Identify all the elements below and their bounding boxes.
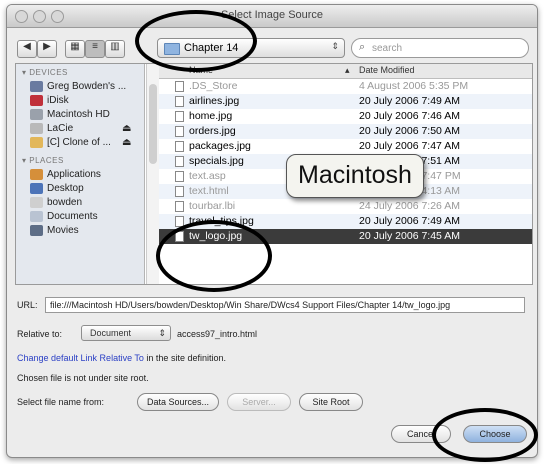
- server-button[interactable]: Server...: [227, 393, 291, 411]
- url-label: URL:: [17, 300, 38, 310]
- file-row[interactable]: .DS_Store 4 August 2006 5:35 PM: [159, 79, 532, 94]
- select-image-source-dialog: Select Image Source ◀ ▶ ▦ ≡ ▥ Chapter 14…: [6, 4, 538, 458]
- idisk-icon: [30, 94, 43, 106]
- search-field[interactable]: ⌕ search: [351, 38, 529, 58]
- site-root-button[interactable]: Site Root: [299, 393, 363, 411]
- file-icon: [175, 171, 184, 182]
- file-browser: ▾ DEVICES Greg Bowden's ... iDisk Macint…: [15, 63, 533, 285]
- file-name: text.html: [189, 185, 229, 197]
- external-disk-icon: [30, 122, 43, 134]
- sidebar: ▾ DEVICES Greg Bowden's ... iDisk Macint…: [16, 64, 145, 284]
- file-date: 20 July 2006 7:46 AM: [359, 110, 460, 122]
- not-under-root-message: Chosen file is not under site root.: [17, 373, 149, 383]
- relative-to-label: Relative to:: [17, 329, 63, 339]
- sidebar-item-computer[interactable]: Greg Bowden's ...: [30, 80, 126, 94]
- data-sources-button[interactable]: Data Sources...: [137, 393, 219, 411]
- window-title: Select Image Source: [220, 9, 324, 21]
- list-view-button[interactable]: ≡: [85, 40, 105, 58]
- toolbar: ◀ ▶ ▦ ≡ ▥ Chapter 14 ⇕ ⌕ search: [7, 28, 537, 62]
- highlight-ring-choose: [432, 408, 538, 462]
- eject-icon[interactable]: ⏏: [122, 122, 131, 136]
- file-name: packages.jpg: [189, 140, 251, 152]
- file-date: 20 July 2006 7:45 AM: [359, 230, 460, 242]
- documents-icon: [30, 210, 43, 222]
- file-date: 20 July 2006 7:49 AM: [359, 215, 460, 227]
- file-date: 24 July 2006 7:26 AM: [359, 200, 460, 212]
- back-button[interactable]: ◀: [17, 40, 37, 58]
- file-row[interactable]: airlines.jpg 20 July 2006 7:49 AM: [159, 94, 532, 109]
- file-row[interactable]: packages.jpg 20 July 2006 7:47 AM: [159, 139, 532, 154]
- file-name: .DS_Store: [189, 80, 238, 92]
- file-date: 20 July 2006 7:49 AM: [359, 95, 460, 107]
- column-view-button[interactable]: ▥: [105, 40, 125, 58]
- harddisk-icon: [30, 108, 43, 120]
- file-icon: [175, 111, 184, 122]
- devices-header: ▾ DEVICES: [22, 68, 68, 77]
- column-view-icon: ▥: [110, 41, 120, 52]
- file-icon: [175, 186, 184, 197]
- search-placeholder: search: [372, 43, 403, 54]
- relative-to-popup[interactable]: Document ⇕: [81, 325, 171, 341]
- file-row[interactable]: tourbar.lbi 24 July 2006 7:26 AM: [159, 199, 532, 214]
- relative-file-name: access97_intro.html: [177, 329, 258, 339]
- forward-button[interactable]: ▶: [37, 40, 57, 58]
- sidebar-item-macintosh-hd[interactable]: Macintosh HD: [30, 108, 110, 122]
- file-date: 4 August 2006 5:35 PM: [359, 80, 469, 92]
- sidebar-item-bowden[interactable]: bowden: [30, 196, 82, 210]
- file-row[interactable]: orders.jpg 20 July 2006 7:50 AM: [159, 124, 532, 139]
- url-field[interactable]: file:///Macintosh HD/Users/bowden/Deskto…: [45, 297, 525, 313]
- list-view-icon: ≡: [92, 41, 98, 52]
- popup-arrows-icon: ⇕: [158, 328, 166, 338]
- forward-arrow-icon: ▶: [43, 41, 51, 52]
- sidebar-item-lacie[interactable]: LaCie ⏏: [30, 122, 131, 136]
- home-icon: [30, 196, 43, 208]
- file-name: text.asp: [189, 170, 226, 182]
- sidebar-item-applications[interactable]: Applications: [30, 168, 101, 182]
- icon-view-button[interactable]: ▦: [65, 40, 85, 58]
- annotation-callout: Macintosh: [286, 154, 424, 198]
- sidebar-item-idisk[interactable]: iDisk: [30, 94, 69, 108]
- file-name: specials.jpg: [189, 155, 244, 167]
- eject-icon[interactable]: ⏏: [122, 136, 131, 150]
- file-name: home.jpg: [189, 110, 233, 122]
- file-icon: [175, 141, 184, 152]
- sidebar-item-desktop[interactable]: Desktop: [30, 182, 84, 196]
- sidebar-item-documents[interactable]: Documents: [30, 210, 98, 224]
- file-row[interactable]: home.jpg 20 July 2006 7:46 AM: [159, 109, 532, 124]
- disk-image-icon: [30, 136, 43, 148]
- scrollbar-thumb[interactable]: [149, 84, 157, 164]
- file-date: 20 July 2006 7:47 AM: [359, 140, 460, 152]
- file-icon: [175, 126, 184, 137]
- search-icon: ⌕: [359, 41, 366, 53]
- sidebar-item-clone[interactable]: [C] Clone of ... ⏏: [30, 136, 131, 150]
- highlight-ring-file: [156, 220, 272, 292]
- popup-arrows-icon: ⇕: [331, 41, 339, 51]
- file-icon: [175, 96, 184, 107]
- file-icon: [175, 156, 184, 167]
- file-date: 20 July 2006 7:50 AM: [359, 125, 460, 137]
- select-from-label: Select file name from:: [17, 397, 105, 407]
- change-default-link[interactable]: Change default Link Relative To: [17, 353, 144, 363]
- file-name: tourbar.lbi: [189, 200, 236, 212]
- file-icon: [175, 201, 184, 212]
- icon-view-icon: ▦: [70, 41, 80, 52]
- date-column-header[interactable]: Date Modified: [359, 65, 415, 75]
- title-bar: Select Image Source: [7, 5, 537, 28]
- applications-icon: [30, 168, 43, 180]
- places-header: ▾ PLACES: [22, 156, 64, 165]
- file-name: airlines.jpg: [189, 95, 240, 107]
- movies-icon: [30, 224, 43, 236]
- change-default-text: Change default Link Relative To in the s…: [17, 353, 226, 363]
- desktop-icon: [30, 182, 43, 194]
- file-icon: [175, 81, 184, 92]
- highlight-ring-location: [135, 10, 257, 72]
- back-arrow-icon: ◀: [23, 41, 31, 52]
- sort-arrow-icon: ▴: [345, 65, 350, 75]
- computer-icon: [30, 80, 43, 92]
- file-name: orders.jpg: [189, 125, 236, 137]
- sidebar-item-movies[interactable]: Movies: [30, 224, 79, 238]
